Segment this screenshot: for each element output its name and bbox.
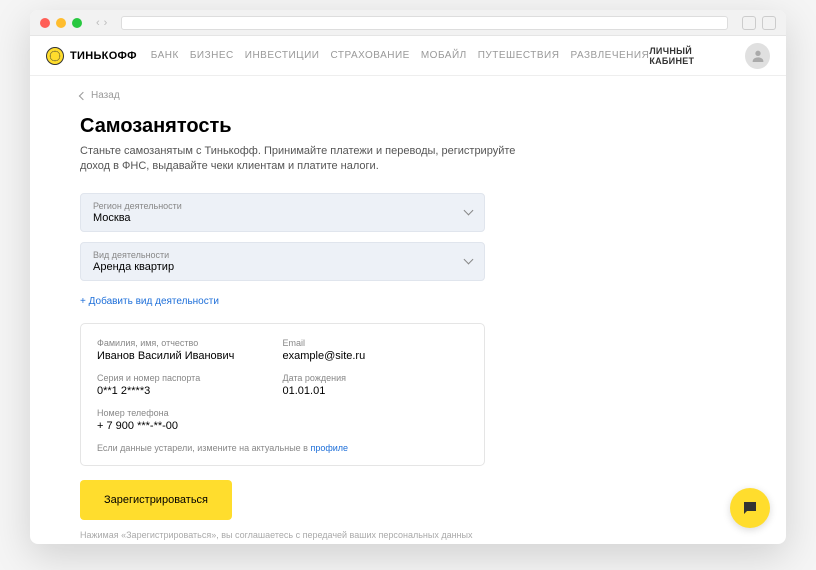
page-title: Самозанятость [80,115,736,138]
window-close[interactable] [40,18,50,28]
activity-select[interactable]: Вид деятельности Аренда квартир [80,242,485,281]
page-subtitle: Станьте самозанятым с Тинькофф. Принимай… [80,144,520,175]
chevron-down-icon [464,206,474,216]
profile-link[interactable]: профиле [310,443,348,453]
logo-icon [46,47,64,65]
nav-insurance[interactable]: СТРАХОВАНИЕ [330,50,409,61]
nav-mobile[interactable]: МОБАЙЛ [421,50,467,61]
avatar[interactable] [745,43,770,69]
browser-nav: ‹ › [96,17,107,29]
nav-invest[interactable]: ИНВЕСТИЦИИ [245,50,320,61]
region-label: Регион деятельности [93,201,465,211]
chevron-down-icon [464,255,474,265]
browser-tabs-icon[interactable] [762,16,776,30]
passport-label: Серия и номер паспорта [97,373,283,383]
user-icon [750,48,766,64]
logo[interactable]: ТИНЬКОФФ [46,47,137,65]
brand-name: ТИНЬКОФФ [70,50,137,62]
nav-bank[interactable]: БАНК [151,50,179,61]
nav-business[interactable]: БИЗНЕС [190,50,234,61]
phone-label: Номер телефона [97,408,468,418]
add-activity-link[interactable]: + Добавить вид деятельности [80,296,219,307]
chat-button[interactable] [730,488,770,528]
window-maximize[interactable] [72,18,82,28]
window-minimize[interactable] [56,18,66,28]
nav-account[interactable]: ЛИЧНЫЙ КАБИНЕТ [649,46,735,66]
browser-back[interactable]: ‹ [96,17,100,29]
phone-value: + 7 900 ***-**-00 [97,420,468,432]
app-window: ‹ › ТИНЬКОФФ БАНК БИЗНЕС ИНВЕСТИЦИИ СТРА… [30,10,786,544]
chat-icon [741,499,759,517]
titlebar: ‹ › [30,10,786,36]
main-nav: ТИНЬКОФФ БАНК БИЗНЕС ИНВЕСТИЦИИ СТРАХОВА… [30,36,786,76]
region-value: Москва [93,212,465,224]
submit-button[interactable]: Зарегистрироваться [80,480,232,520]
legal-text: Нажимая «Зарегистрироваться», вы соглаша… [80,530,736,540]
chevron-left-icon [79,91,87,99]
browser-forward[interactable]: › [104,17,108,29]
name-value: Иванов Василий Иванович [97,350,283,362]
activity-label: Вид деятельности [93,250,465,260]
dob-label: Дата рождения [283,373,469,383]
page-content: Назад Самозанятость Станьте самозанятым … [30,76,786,544]
dob-value: 01.01.01 [283,385,469,397]
nav-entertainment[interactable]: РАЗВЛЕЧЕНИЯ [570,50,649,61]
info-note: Если данные устарели, измените на актуал… [97,443,468,453]
email-value: example@site.ru [283,350,469,362]
nav-travel[interactable]: ПУТЕШЕСТВИЯ [478,50,560,61]
address-bar[interactable] [121,16,728,30]
browser-share-icon[interactable] [742,16,756,30]
name-label: Фамилия, имя, отчество [97,338,283,348]
back-label: Назад [91,90,120,101]
email-label: Email [283,338,469,348]
personal-info-card: Фамилия, имя, отчество Иванов Василий Ив… [80,323,485,466]
region-select[interactable]: Регион деятельности Москва [80,193,485,232]
back-link[interactable]: Назад [80,90,736,101]
passport-value: 0**1 2****3 [97,385,283,397]
activity-value: Аренда квартир [93,261,465,273]
